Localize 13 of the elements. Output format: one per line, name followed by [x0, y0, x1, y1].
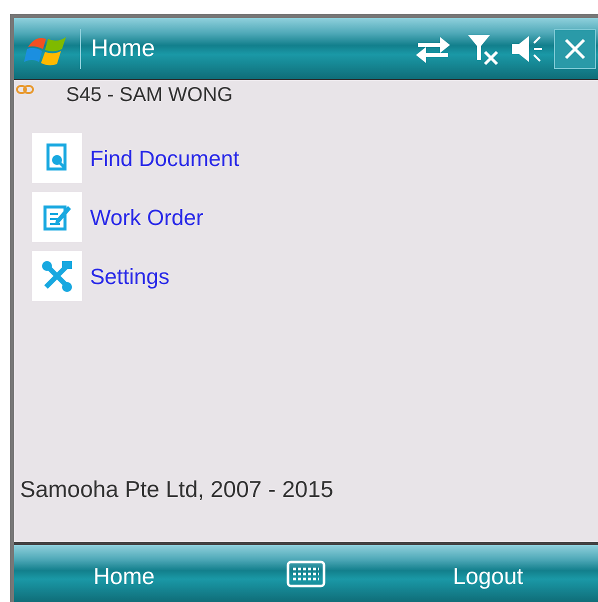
close-button[interactable] — [554, 28, 596, 68]
menu-link[interactable]: Find Document — [32, 133, 598, 183]
wrench-hammer-icon — [40, 259, 74, 293]
logout-soft-key[interactable]: Logout — [378, 553, 598, 594]
keyboard-icon[interactable] — [286, 560, 326, 588]
menu-link[interactable]: Settings — [32, 251, 598, 301]
home-soft-key[interactable]: Home — [14, 553, 234, 594]
close-icon — [563, 36, 587, 60]
user-label: S45 - SAM WONG — [66, 83, 233, 108]
window-title: Home — [91, 34, 156, 64]
menu-link[interactable]: Work Order — [32, 192, 598, 242]
link-icon — [16, 84, 34, 96]
copyright-text: Samooha Pte Ltd, 2007 - 2015 — [20, 474, 334, 504]
